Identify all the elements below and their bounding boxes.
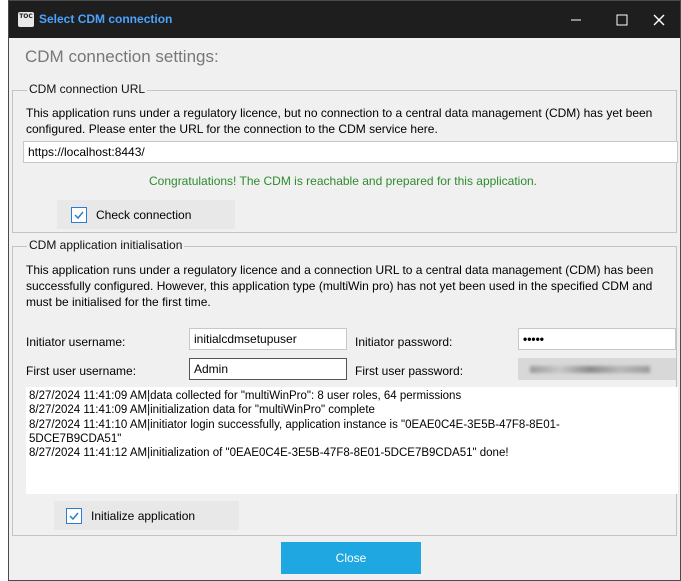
- close-button[interactable]: Close: [281, 542, 421, 574]
- log-line: 8/27/2024 11:41:12 AM|initialization of …: [29, 447, 509, 460]
- checkmark-icon: [69, 512, 79, 520]
- close-icon: [653, 14, 665, 25]
- initiator-password-input[interactable]: •••••: [518, 328, 676, 350]
- check-connection-button[interactable]: Check connection: [57, 200, 235, 229]
- log-line: 8/27/2024 11:41:09 AM|data collected for…: [29, 390, 462, 402]
- initialization-log[interactable]: 8/27/2024 11:41:09 AM|data collected for…: [26, 387, 678, 494]
- log-line: 8/27/2024 11:41:09 AM|initialization dat…: [29, 404, 375, 417]
- app-icon-text: TOC: [19, 13, 33, 20]
- checkmark-icon: [74, 211, 84, 219]
- minimize-button[interactable]: [553, 1, 599, 38]
- initialize-application-label: Initialize application: [91, 508, 196, 523]
- cdm-url-legend: CDM connection URL: [27, 82, 148, 96]
- initialize-application-checkbox[interactable]: [66, 507, 82, 524]
- maximize-icon: [616, 14, 628, 25]
- initiator-username-label: Initiator username:: [26, 335, 126, 349]
- minimize-icon: [571, 19, 581, 20]
- connection-status-message: Congratulations! The CDM is reachable an…: [149, 174, 537, 188]
- log-line: 8/27/2024 11:41:10 AM|initiator login su…: [29, 418, 560, 431]
- first-user-password-input[interactable]: [518, 358, 676, 380]
- title-bar[interactable]: TOC Select CDM connection: [9, 1, 680, 38]
- cdm-init-description: This application runs under a regulatory…: [26, 263, 654, 309]
- initiator-username-input[interactable]: initialcdmsetupuser: [189, 328, 347, 350]
- first-user-password-label: First user password:: [355, 364, 464, 378]
- cdm-url-input[interactable]: https://localhost:8443/: [23, 141, 678, 163]
- window-title: Select CDM connection: [39, 12, 173, 26]
- cdm-url-description: This application runs under a regulatory…: [26, 106, 653, 136]
- close-window-button[interactable]: [636, 1, 681, 38]
- initiator-password-label: Initiator password:: [355, 335, 453, 349]
- blurred-password-mask: [530, 365, 650, 373]
- initialize-application-button[interactable]: Initialize application: [54, 501, 239, 530]
- app-icon: TOC: [18, 12, 34, 27]
- log-line: 5DCE7B9CDA51": [29, 432, 122, 445]
- cdm-url-group: CDM connection URL This application runs…: [12, 82, 678, 233]
- first-user-username-label: First user username:: [26, 364, 137, 378]
- dialog-window: TOC Select CDM connection CDM connection…: [8, 0, 681, 581]
- settings-heading: CDM connection settings:: [25, 47, 219, 66]
- check-connection-label: Check connection: [96, 207, 192, 222]
- first-user-username-input[interactable]: Admin: [189, 358, 347, 380]
- cdm-init-group: CDM application initialisation This appl…: [12, 238, 678, 536]
- cdm-init-legend: CDM application initialisation: [27, 238, 185, 252]
- check-connection-checkbox[interactable]: [71, 206, 87, 223]
